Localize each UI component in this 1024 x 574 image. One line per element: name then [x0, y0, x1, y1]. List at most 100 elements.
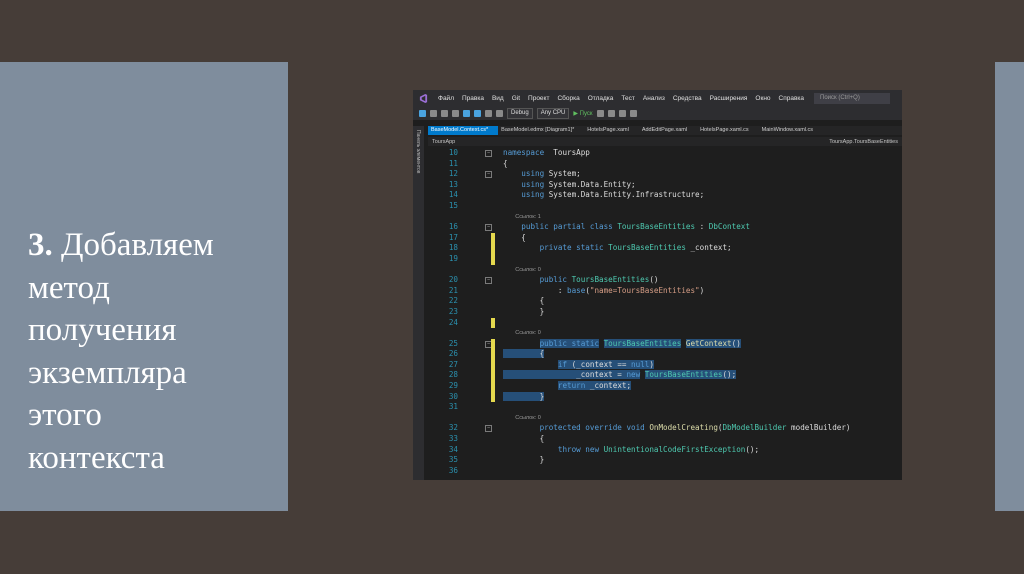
menu-item[interactable]: Справка: [775, 95, 809, 102]
code-line: 26 {: [428, 349, 902, 360]
slide-heading: 3. Добавляем метод получения экземпляра …: [28, 224, 278, 479]
document-tab[interactable]: HotelsPage.xaml.cs: [697, 126, 759, 135]
line-number: 32: [448, 423, 458, 433]
codelens-reference-count[interactable]: Ссылок: 0: [428, 328, 902, 339]
save-icon[interactable]: [463, 109, 470, 117]
code-text: using System.Data.Entity.Infrastructure;: [521, 190, 705, 200]
configuration-select[interactable]: Debug: [507, 107, 533, 119]
menu-item[interactable]: Окно: [751, 95, 774, 102]
change-marker: [491, 359, 495, 371]
code-text: throw new UnintentionalCodeFirstExceptio…: [557, 444, 760, 454]
menu-item[interactable]: Правка: [458, 95, 488, 102]
save-all-icon[interactable]: [474, 109, 481, 117]
menu-item[interactable]: Анализ: [639, 95, 669, 102]
code-text: {: [503, 434, 545, 444]
document-tab[interactable]: AddEditPage.xaml: [639, 126, 697, 135]
code-line: 36: [428, 466, 902, 477]
line-number: 19: [448, 253, 458, 263]
document-tab[interactable]: BaseModel.Context.cs*: [428, 126, 499, 135]
code-line: 24: [428, 317, 902, 329]
line-number: 15: [448, 200, 458, 210]
slide-number: 3.: [28, 227, 53, 263]
codelens-reference-count[interactable]: Ссылок: 1: [428, 212, 902, 223]
change-marker: [491, 232, 495, 244]
code-text: }: [503, 455, 545, 465]
code-line: 25− public static ToursBaseEntities GetC…: [428, 338, 902, 350]
code-text: {: [503, 296, 545, 306]
menu-item[interactable]: Средства: [669, 95, 706, 102]
namespace-dropdown[interactable]: ToursApp: [428, 139, 459, 145]
menu-item[interactable]: Расширения: [706, 95, 752, 102]
code-line: 21 : base("name=ToursBaseEntities"): [428, 286, 902, 297]
code-text: {: [503, 349, 545, 359]
back-icon[interactable]: [419, 109, 426, 117]
toolbar-icon[interactable]: [607, 109, 615, 117]
code-text: public partial class ToursBaseEntities :…: [521, 222, 750, 232]
redo-icon[interactable]: [496, 109, 503, 117]
document-tab[interactable]: BaseModel.edmx [Diagram1]*: [498, 126, 584, 135]
change-marker: [491, 381, 495, 392]
menu-item[interactable]: Вид: [488, 95, 508, 102]
document-tab[interactable]: HotelsPage.xaml: [584, 126, 639, 135]
code-line: 23 }: [428, 307, 902, 318]
platform-select[interactable]: Any CPU: [536, 107, 570, 119]
menu-item[interactable]: Файл: [434, 95, 458, 102]
code-text: public static ToursBaseEntities GetConte…: [539, 338, 741, 348]
menu-item[interactable]: Git: [508, 95, 524, 102]
code-text: {: [503, 158, 508, 168]
toolbar-icon[interactable]: [618, 109, 626, 117]
line-number: 21: [448, 285, 458, 295]
toolbox-side-tab[interactable]: Панель элементов: [413, 126, 424, 480]
line-number: 22: [448, 296, 458, 306]
search-input[interactable]: Поиск (Ctrl+Q): [814, 92, 891, 104]
line-number: 27: [448, 359, 458, 369]
collapse-toggle-icon[interactable]: −: [485, 277, 492, 285]
collapse-toggle-icon[interactable]: −: [485, 150, 492, 157]
menu-item[interactable]: Отладка: [584, 95, 618, 102]
class-dropdown[interactable]: ToursApp.ToursBaseEntities: [825, 139, 902, 145]
open-icon[interactable]: [452, 109, 459, 117]
toolbar-icon[interactable]: [629, 109, 637, 117]
line-number: 11: [448, 158, 458, 168]
menu-bar: Файл Правка Вид Git Проект Сборка Отладка Тест А…: [413, 90, 902, 106]
code-line: 27 if (_context == null): [428, 359, 902, 371]
line-number: 13: [448, 179, 458, 189]
collapse-toggle-icon[interactable]: −: [485, 171, 492, 179]
line-number: 10: [448, 148, 458, 157]
code-line: 33 {: [428, 434, 902, 445]
document-tab[interactable]: MainWindow.xaml.cs: [759, 126, 823, 135]
new-file-icon[interactable]: [441, 109, 448, 117]
codelens-reference-count[interactable]: Ссылок: 0: [428, 413, 902, 424]
change-marker: [491, 391, 495, 403]
line-number: 25: [448, 338, 458, 348]
code-line: 32 − protected override void OnModelCreat…: [428, 423, 902, 434]
line-number: 29: [448, 381, 458, 391]
slide-body: Добавляем метод получения экземпляра это…: [28, 227, 214, 476]
code-text: namespace ToursApp: [503, 148, 590, 157]
code-line: 34 throw new UnintentionalCodeFirstExcep…: [428, 445, 902, 456]
next-slide-edge: [995, 62, 1024, 511]
run-button[interactable]: ▶ Пуск: [573, 110, 592, 117]
line-number: 26: [448, 349, 458, 359]
line-number: 34: [448, 444, 458, 454]
code-editor[interactable]: 10 − namespace ToursApp 11 {12 − using System…: [428, 148, 902, 480]
forward-icon[interactable]: [430, 109, 437, 117]
menu-item[interactable]: Тест: [617, 95, 638, 102]
change-marker: [491, 349, 495, 360]
collapse-toggle-icon[interactable]: −: [485, 425, 492, 433]
line-number: 18: [448, 243, 458, 253]
line-number: 36: [448, 465, 458, 475]
change-marker: [491, 243, 495, 254]
undo-icon[interactable]: [485, 109, 492, 117]
change-marker: [491, 253, 495, 265]
menu-item[interactable]: Сборка: [553, 95, 583, 102]
menu-item[interactable]: Проект: [524, 95, 553, 102]
code-line: 15: [428, 201, 902, 212]
collapse-toggle-icon[interactable]: −: [485, 224, 492, 232]
toolbar-icon[interactable]: [596, 109, 604, 117]
code-line: 17 {: [428, 232, 902, 244]
codelens-reference-count[interactable]: Ссылок: 0: [428, 265, 902, 276]
code-text: public ToursBaseEntities(): [539, 275, 659, 285]
change-marker: [491, 317, 495, 329]
navigation-bar: ToursApp ToursApp.ToursBaseEntities: [428, 137, 902, 146]
